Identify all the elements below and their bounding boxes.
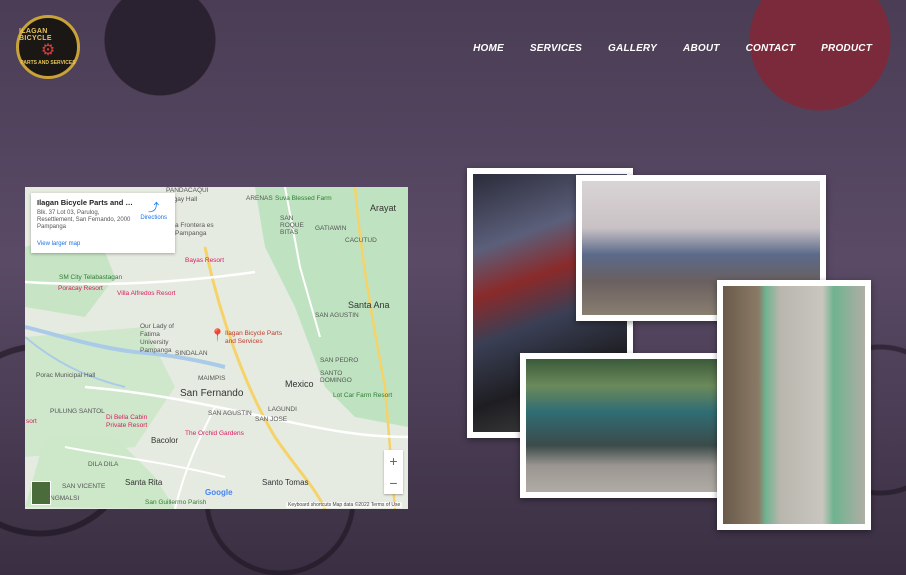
map-label: Arayat [370,203,397,213]
map-label: San Fernando [180,388,244,399]
map-label: Porac Municipal Hall [36,372,96,379]
map-label: SAN PEDRO [320,357,359,364]
nav-services[interactable]: SERVICES [530,43,582,54]
view-larger-map-link[interactable]: View larger map [37,241,80,247]
map-label: SAN ROQUE BITAS [280,215,304,236]
main-nav: HOME SERVICES GALLERY ABOUT CONTACT PROD… [473,43,872,54]
map-label: GATIAWIN [315,225,347,232]
map-pin-icon[interactable]: 📍 [210,328,225,342]
place-name: Ilagan Bicycle Parts and Servi... [37,198,133,207]
map-label: SANTO DOMINGO [320,370,352,384]
zoom-out-button[interactable]: − [389,475,397,491]
map-label: PULUNG SANTOL [50,408,105,415]
map-label: Poracay Resort [58,285,103,292]
directions-label: Directions [140,215,167,221]
map-label: Villa Alfredos Resort [117,290,176,297]
nav-about[interactable]: ABOUT [683,43,720,54]
map-label: a Frontera es Pampanga [175,222,214,237]
map-label: sort [26,418,37,425]
nav-contact[interactable]: CONTACT [746,43,796,54]
map-label: ARENAS [246,195,273,202]
directions-icon: ⤴ [148,202,160,214]
map-label: NGMALSI [50,495,80,502]
map-label: Bacolor [151,436,179,445]
map-label: San Guillermo Parish [145,499,207,506]
map-label: SAN AGUSTIN [315,312,359,319]
map-info-card: Ilagan Bicycle Parts and Servi... Blk. 3… [31,193,175,253]
map-label: CACUTUD [345,237,377,244]
map-label: SAN AGUSTIN [208,410,252,417]
google-logo: Google [205,488,233,497]
map-label: Santa Ana [348,300,390,310]
map-label: Suva Blessed Farm [275,195,332,202]
map-label: SM City Telabastagan [59,274,123,281]
map-label: MAIMPIS [198,375,226,382]
logo[interactable]: ILAGAN BICYCLE ⚙ PARTS AND SERVICES [16,15,80,79]
map-label: SAN VICENTE [62,483,106,490]
map-pin-label: Ilagan Bicycle Parts and Services [225,330,283,345]
map-label: Di Bella Cabin Private Resort [106,414,148,429]
nav-product[interactable]: PRODUCT [821,43,872,54]
place-address: Blk. 37 Lot 03, Parulog, Resettlement, S… [37,210,131,230]
nav-home[interactable]: HOME [473,43,504,54]
map-label: The Orchid Gardens [185,430,244,437]
map-label: Santa Rita [125,478,163,487]
map-label: SINDALAN [175,350,208,357]
map-label: LAGUNDI [268,406,297,413]
gallery-photo-storefront-door[interactable] [717,280,871,530]
gallery-photo-shop-exterior[interactable] [520,353,730,498]
bicycle-icon: ⚙ [40,42,56,59]
map-label: DILA DILA [88,461,119,468]
nav-gallery[interactable]: GALLERY [608,43,657,54]
satellite-toggle[interactable] [31,481,51,505]
zoom-controls: + − [384,450,403,494]
map-label: Santo Tomas [262,478,309,487]
map-footer[interactable]: Keyboard shortcuts Map data ©2022 Terms … [286,502,403,508]
map-label: Lot Car Farm Resort [333,392,393,399]
logo-title: ILAGAN BICYCLE [19,28,52,42]
directions-button[interactable]: ⤴ Directions [140,199,167,221]
logo-subtitle: PARTS AND SERVICES [20,60,76,66]
map-label: SAN JOSE [255,416,288,423]
map-label: Bayas Resort [185,257,225,264]
zoom-in-button[interactable]: + [389,453,397,469]
map-label: Mexico [285,379,314,389]
